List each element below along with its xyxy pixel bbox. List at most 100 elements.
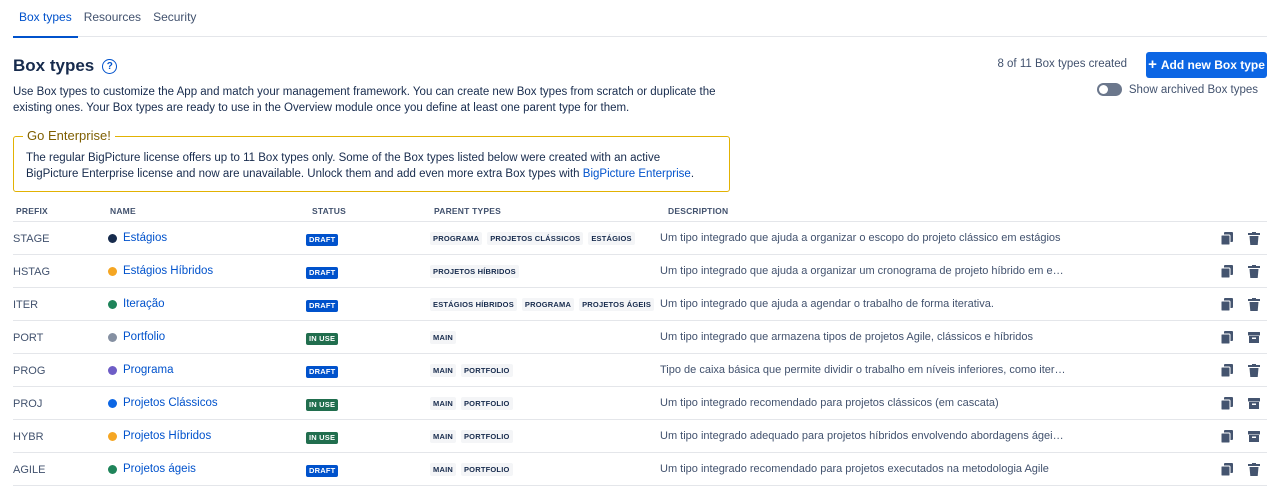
table-body: STAGE Estágios DRAFT PROGRAMA PROJETOS CL…	[13, 222, 1267, 486]
parent-type-tag: PORTFOLIO	[460, 363, 513, 377]
row-name-cell: Estágios Híbridos	[108, 265, 306, 277]
row-description: Um tipo integrado que armazena tipos de …	[660, 331, 1033, 343]
table-row: HYBR Projetos Híbridos IN USE MAIN PORTFO…	[13, 420, 1267, 453]
row-prefix: PROJ	[13, 398, 43, 410]
page-description: Use Box types to customize the App and m…	[13, 86, 716, 114]
row-name-cell: Programa	[108, 364, 306, 376]
archive-icon[interactable]	[1247, 396, 1261, 410]
status-badge: DRAFT	[306, 300, 339, 312]
box-type-name-link[interactable]: Portfolio	[123, 331, 165, 343]
row-description: Um tipo integrado que ajuda a agendar o …	[660, 298, 994, 310]
box-type-name-link[interactable]: Estágios	[123, 232, 167, 244]
row-name-cell: Estágios	[108, 232, 306, 244]
box-type-name-link[interactable]: Projetos Híbridos	[123, 430, 211, 442]
trash-icon[interactable]	[1247, 231, 1261, 245]
duplicate-icon[interactable]	[1220, 330, 1234, 344]
duplicate-icon[interactable]	[1220, 429, 1234, 443]
status-badge: IN USE	[306, 432, 339, 444]
duplicate-icon[interactable]	[1220, 297, 1234, 311]
trash-icon[interactable]	[1247, 264, 1261, 278]
row-name-cell: Portfolio	[108, 331, 306, 343]
parent-types: PROGRAMA PROJETOS CLÁSSICOS ESTÁGIOS	[424, 231, 656, 245]
parent-type-tag: PROGRAMA	[430, 231, 483, 245]
box-type-color-dot	[108, 299, 117, 309]
row-prefix: AGILE	[13, 464, 46, 476]
row-prefix: HYBR	[13, 431, 44, 443]
trash-icon[interactable]	[1247, 462, 1261, 476]
duplicate-icon[interactable]	[1220, 231, 1234, 245]
row-name-cell: Projetos Híbridos	[108, 430, 306, 442]
box-type-name-link[interactable]: Programa	[123, 364, 174, 376]
row-prefix: PROG	[13, 365, 46, 377]
box-type-color-dot	[108, 398, 117, 408]
enterprise-text-after: .	[690, 168, 695, 180]
show-archived-label: Show archived Box types	[1128, 83, 1258, 96]
box-type-color-dot	[108, 233, 117, 243]
tab-resources[interactable]: Resources	[78, 0, 147, 37]
status-badge: IN USE	[306, 333, 339, 345]
parent-types: MAIN PORTFOLIO	[424, 429, 656, 443]
status-badge: DRAFT	[306, 267, 339, 279]
box-type-name-link[interactable]: Projetos Clássicos	[123, 397, 218, 409]
add-box-type-label: Add new Box type	[1160, 58, 1265, 72]
enterprise-notice: Go Enterprise! The regular BigPicture li…	[13, 128, 730, 192]
parent-types: MAIN PORTFOLIO	[424, 462, 656, 476]
duplicate-icon[interactable]	[1220, 396, 1234, 410]
duplicate-icon[interactable]	[1220, 363, 1234, 377]
parent-type-tag: MAIN	[430, 429, 456, 443]
bigpicture-enterprise-link[interactable]: BigPicture Enterprise	[583, 168, 691, 180]
box-type-color-dot	[108, 431, 117, 441]
parent-types: MAIN PORTFOLIO	[424, 396, 656, 410]
box-types-table: PREFIX NAME STATUS PARENT TYPES DESCRIPT…	[13, 201, 1267, 486]
box-type-name-link[interactable]: Projetos ágeis	[123, 463, 196, 475]
parent-type-tag: PORTFOLIO	[460, 396, 513, 410]
table-row: ITER Iteração DRAFT ESTÁGIOS HÍBRIDOS PRO…	[13, 288, 1267, 321]
enterprise-text-before: The regular BigPicture license offers up…	[26, 152, 661, 180]
status-badge: DRAFT	[306, 366, 339, 378]
parent-type-tag: ESTÁGIOS HÍBRIDOS	[430, 297, 517, 311]
parent-type-tag: PORTFOLIO	[460, 462, 513, 476]
help-icon[interactable]: ?	[102, 58, 118, 74]
row-description: Um tipo integrado recomendado para proje…	[660, 397, 999, 409]
trash-icon[interactable]	[1247, 297, 1261, 311]
row-description: Um tipo integrado que ajuda a organizar …	[660, 265, 1064, 277]
table-header: PREFIX NAME STATUS PARENT TYPES DESCRIPT…	[13, 201, 1267, 222]
column-header-status: STATUS	[312, 206, 346, 216]
duplicate-icon[interactable]	[1220, 264, 1234, 278]
box-type-name-link[interactable]: Estágios Híbridos	[123, 265, 213, 277]
enterprise-notice-title: Go Enterprise!	[23, 128, 115, 143]
parent-types: MAIN	[424, 330, 656, 344]
enterprise-notice-text: The regular BigPicture license offers up…	[26, 150, 715, 182]
box-type-color-dot	[108, 266, 117, 276]
trash-icon[interactable]	[1247, 363, 1261, 377]
toggle-knob	[1098, 85, 1108, 94]
column-header-parent-types: PARENT TYPES	[434, 206, 501, 216]
table-row: PORT Portfolio IN USE MAIN Um tipo integ…	[13, 321, 1267, 354]
archive-icon[interactable]	[1247, 429, 1261, 443]
row-description: Tipo de caixa básica que permite dividir…	[660, 364, 1066, 376]
tab-security[interactable]: Security	[147, 0, 202, 37]
parent-type-tag: MAIN	[430, 363, 456, 377]
archive-icon[interactable]	[1247, 330, 1261, 344]
column-header-prefix: PREFIX	[16, 206, 48, 216]
parent-types: PROJETOS HÍBRIDOS	[424, 264, 656, 278]
box-type-name-link[interactable]: Iteração	[123, 298, 165, 310]
column-header-description: DESCRIPTION	[668, 206, 729, 216]
add-box-type-button[interactable]: + Add new Box type	[1146, 52, 1267, 78]
duplicate-icon[interactable]	[1220, 462, 1234, 476]
show-archived-toggle[interactable]	[1096, 83, 1122, 96]
row-name-cell: Projetos Clássicos	[108, 397, 306, 409]
parent-types: MAIN PORTFOLIO	[424, 363, 656, 377]
column-header-name: NAME	[110, 206, 136, 216]
title-row: Box types ?	[13, 56, 118, 76]
box-type-color-dot	[108, 332, 117, 342]
parent-type-tag: MAIN	[430, 396, 456, 410]
tab-box-types[interactable]: Box types	[13, 0, 78, 38]
table-row: HSTAG Estágios Híbridos DRAFT PROJETOS H…	[13, 255, 1267, 288]
parent-types: ESTÁGIOS HÍBRIDOS PROGRAMA PROJETOS ÁGEIS	[424, 297, 656, 311]
parent-type-tag: ESTÁGIOS	[588, 231, 635, 245]
parent-type-tag: PROJETOS HÍBRIDOS	[430, 264, 519, 278]
box-types-count: 8 of 11 Box types created	[997, 58, 1127, 70]
box-type-color-dot	[108, 365, 117, 375]
table-row: PROG Programa DRAFT MAIN PORTFOLIO Tipo d…	[13, 354, 1267, 387]
